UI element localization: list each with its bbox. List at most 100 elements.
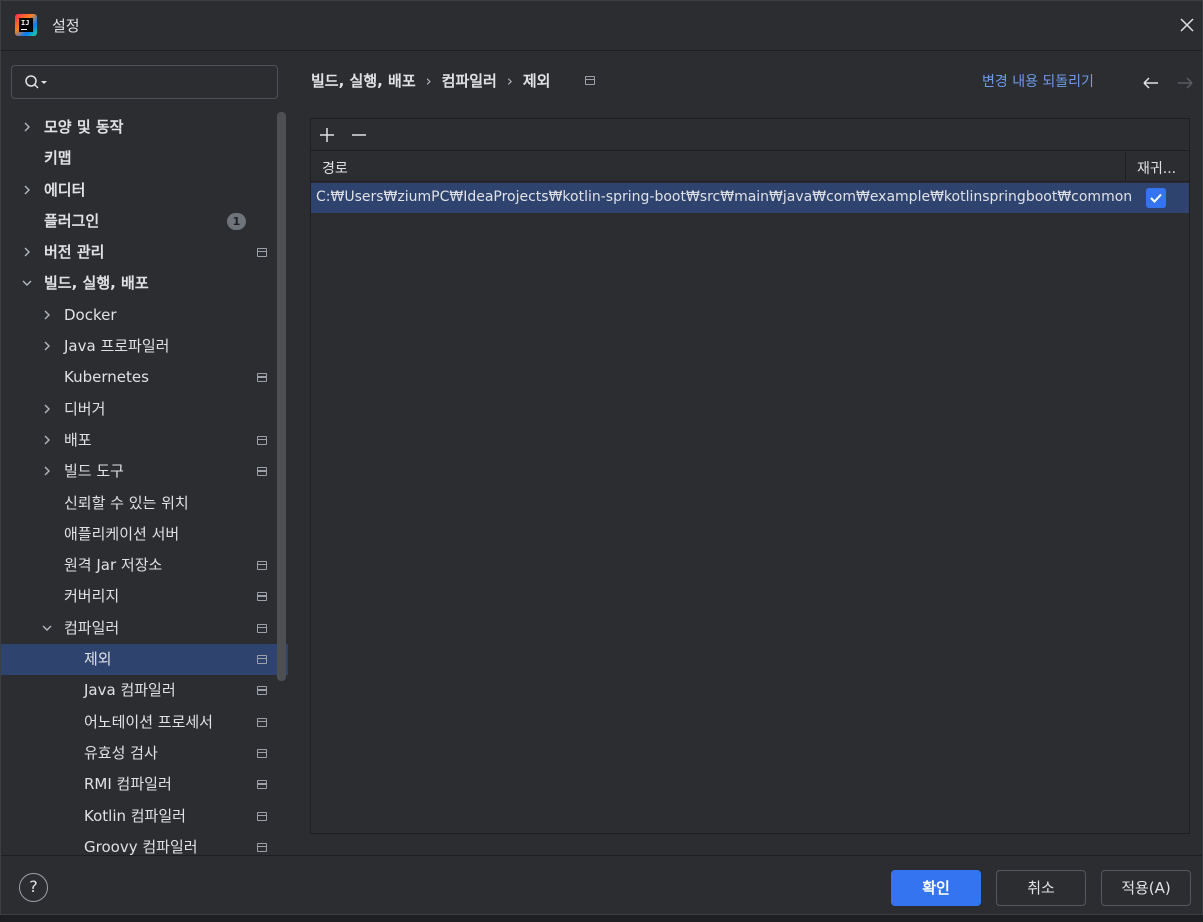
sidebar-item-label: 디버거 bbox=[64, 399, 106, 418]
chevron-right-icon[interactable] bbox=[42, 435, 52, 445]
title-bar: IJ 설정 bbox=[1, 1, 1202, 51]
sidebar-item[interactable]: RMI 컴파일러 bbox=[1, 769, 288, 800]
search-icon[interactable] bbox=[24, 74, 50, 90]
sidebar-item[interactable]: 디버거 bbox=[1, 394, 288, 425]
breadcrumb-item-exclude: 제외 bbox=[522, 72, 551, 90]
chevron-right-icon[interactable] bbox=[22, 247, 32, 257]
column-divider[interactable] bbox=[1125, 152, 1126, 182]
project-scope-icon bbox=[257, 435, 267, 445]
sidebar-item[interactable]: 플러그인 1 bbox=[1, 206, 288, 237]
project-scope-icon bbox=[257, 655, 267, 665]
sidebar-item[interactable]: 빌드, 실행, 배포 bbox=[1, 268, 288, 299]
sidebar-item-label: 에디터 bbox=[44, 180, 86, 199]
path-cell[interactable]: C:₩Users₩ziumPC₩IdeaProjects₩kotlin-spri… bbox=[316, 189, 1132, 205]
forward-arrow-icon[interactable] bbox=[1176, 74, 1194, 92]
breadcrumb-separator: › bbox=[506, 72, 513, 90]
chevron-right-icon[interactable] bbox=[42, 466, 52, 476]
sidebar-scrollbar[interactable] bbox=[277, 112, 286, 681]
close-icon[interactable] bbox=[1178, 16, 1196, 34]
project-scope-icon bbox=[257, 717, 267, 727]
project-scope-icon bbox=[257, 373, 267, 383]
sidebar-item[interactable]: 신뢰할 수 있는 위치 bbox=[1, 488, 288, 519]
sidebar-item-label: 어노테이션 프로세서 bbox=[84, 712, 213, 731]
chevron-right-icon[interactable] bbox=[22, 122, 32, 132]
sidebar-item-label: Kotlin 컴파일러 bbox=[84, 806, 186, 825]
sidebar-item-label: 빌드 도구 bbox=[64, 462, 124, 481]
sidebar-item-label: 빌드, 실행, 배포 bbox=[44, 274, 149, 293]
sidebar-item-label: 컴파일러 bbox=[64, 618, 120, 637]
project-scope-icon bbox=[257, 842, 267, 852]
sidebar-item[interactable]: Docker bbox=[1, 300, 288, 331]
dialog-footer: ? 확인 취소 적용(A) bbox=[1, 855, 1202, 916]
column-header-recursive[interactable]: 재귀... bbox=[1137, 158, 1176, 178]
sidebar-item[interactable]: 모양 및 동작 bbox=[1, 112, 288, 143]
sidebar-item[interactable]: 빌드 도구 bbox=[1, 456, 288, 487]
sidebar-item-label: 키맵 bbox=[44, 149, 72, 168]
settings-dialog: IJ 설정 모양 및 동작 키맵 에디터 플러그인 1 버전 관리 빌드, 실행, 배포 Do… bbox=[0, 0, 1203, 915]
back-arrow-icon[interactable] bbox=[1142, 74, 1160, 92]
help-button[interactable]: ? bbox=[19, 873, 48, 902]
table-toolbar bbox=[311, 119, 1189, 151]
sidebar-item[interactable]: 제외 bbox=[1, 644, 288, 676]
sidebar-item-label: 애플리케이션 서버 bbox=[64, 524, 180, 543]
add-icon[interactable] bbox=[318, 126, 336, 144]
project-scope-icon bbox=[257, 623, 267, 633]
recursive-checkbox[interactable] bbox=[1146, 188, 1166, 208]
project-scope-icon bbox=[257, 780, 267, 790]
chevron-down-icon[interactable] bbox=[42, 623, 52, 633]
apply-button[interactable]: 적용(A) bbox=[1101, 870, 1191, 906]
sidebar-item-label: RMI 컴파일러 bbox=[84, 775, 172, 794]
sidebar-item-label: 배포 bbox=[64, 430, 92, 449]
sidebar-item[interactable]: 컴파일러 bbox=[1, 613, 288, 644]
sidebar-item-label: 신뢰할 수 있는 위치 bbox=[64, 493, 189, 512]
sidebar-item-label: 커버리지 bbox=[64, 587, 120, 606]
sidebar-item[interactable]: Groovy 컴파일러 bbox=[1, 832, 288, 855]
reset-changes-link[interactable]: 변경 내용 되돌리기 bbox=[982, 71, 1094, 91]
intellij-logo-icon: IJ bbox=[15, 14, 37, 36]
ok-button[interactable]: 확인 bbox=[891, 870, 981, 906]
project-scope-icon bbox=[257, 248, 267, 258]
dialog-title: 설정 bbox=[52, 17, 80, 35]
sidebar-item-label: Docker bbox=[64, 305, 117, 324]
sidebar-item[interactable]: Kotlin 컴파일러 bbox=[1, 801, 288, 832]
taskbar-strip bbox=[0, 915, 1203, 922]
table-row[interactable]: C:₩Users₩ziumPC₩IdeaProjects₩kotlin-spri… bbox=[311, 183, 1189, 213]
sidebar-item[interactable]: 애플리케이션 서버 bbox=[1, 519, 288, 550]
breadcrumb-item-build[interactable]: 빌드, 실행, 배포 bbox=[311, 70, 416, 91]
sidebar-item-label: Java 프로파일러 bbox=[64, 337, 170, 356]
chevron-right-icon[interactable] bbox=[22, 185, 32, 195]
sidebar-item[interactable]: 유효성 검사 bbox=[1, 738, 288, 769]
sidebar-item-label: 제외 bbox=[84, 650, 112, 669]
breadcrumb-item-compiler[interactable]: 컴파일러 bbox=[442, 70, 497, 91]
sidebar-item[interactable]: 원격 Jar 저장소 bbox=[1, 550, 288, 581]
breadcrumb-separator: › bbox=[425, 72, 432, 90]
project-scope-icon bbox=[257, 686, 267, 696]
chevron-down-icon[interactable] bbox=[22, 278, 32, 288]
chevron-right-icon[interactable] bbox=[42, 310, 52, 320]
project-scope-icon bbox=[257, 811, 267, 821]
sidebar-item-label: 유효성 검사 bbox=[84, 743, 158, 762]
column-header-path[interactable]: 경로 bbox=[322, 158, 348, 178]
sidebar-item-label: Java 컴파일러 bbox=[84, 681, 176, 700]
remove-icon[interactable] bbox=[350, 126, 368, 144]
project-scope-icon bbox=[257, 561, 267, 571]
cancel-button[interactable]: 취소 bbox=[996, 870, 1086, 906]
chevron-right-icon[interactable] bbox=[42, 341, 52, 351]
sidebar-item[interactable]: 어노테이션 프로세서 bbox=[1, 707, 288, 738]
sidebar-item-label: Groovy 컴파일러 bbox=[84, 837, 198, 855]
sidebar-item[interactable]: 키맵 bbox=[1, 143, 288, 174]
sidebar-item[interactable]: Java 프로파일러 bbox=[1, 331, 288, 362]
sidebar-item[interactable]: 배포 bbox=[1, 425, 288, 456]
sidebar-item-label: 버전 관리 bbox=[44, 243, 105, 262]
settings-tree: 모양 및 동작키맵에디터플러그인 1 버전 관리빌드, 실행, 배포 Docker Ja… bbox=[1, 112, 288, 855]
sidebar-item[interactable]: 에디터 bbox=[1, 175, 288, 206]
project-scope-icon bbox=[585, 76, 595, 85]
settings-sidebar: 모양 및 동작키맵에디터플러그인 1 버전 관리빌드, 실행, 배포 Docker Ja… bbox=[1, 52, 288, 855]
sidebar-item[interactable]: 커버리지 bbox=[1, 581, 288, 612]
search-input[interactable] bbox=[11, 65, 278, 99]
sidebar-item[interactable]: Kubernetes bbox=[1, 362, 288, 393]
sidebar-item[interactable]: 버전 관리 bbox=[1, 237, 288, 268]
project-scope-icon bbox=[257, 748, 267, 758]
chevron-right-icon[interactable] bbox=[42, 404, 52, 414]
sidebar-item[interactable]: Java 컴파일러 bbox=[1, 675, 288, 706]
